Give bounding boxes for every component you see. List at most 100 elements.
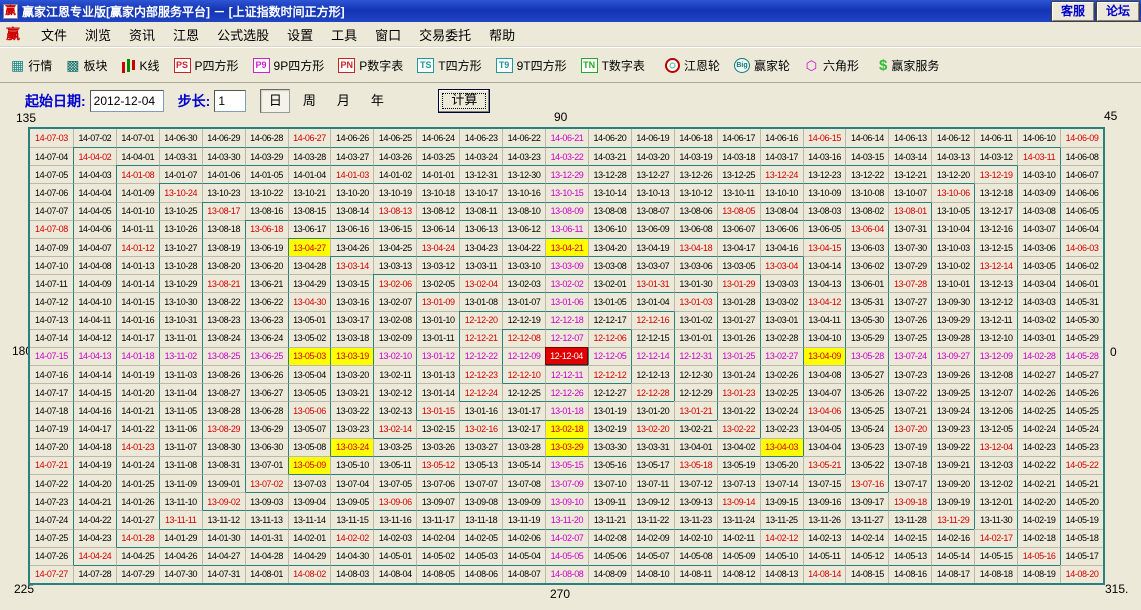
unit-year-button[interactable]: 年 (362, 89, 392, 113)
date-cell: 13-09-09 (502, 492, 545, 510)
date-cell: 14-08-12 (717, 565, 760, 583)
toolbar-winner-wheel-button[interactable]: Big 赢家轮 (727, 55, 797, 76)
date-cell: 13-10-14 (588, 183, 631, 201)
date-cell: 13-01-13 (416, 365, 459, 383)
window-title: 赢家江恩专业版[赢家内部服务平台] － [上证指数时间正方形] (22, 3, 345, 20)
toolbar-winner-service-button[interactable]: $ 赢家服务 (872, 55, 946, 76)
date-cell: 14-07-16 (30, 365, 73, 383)
date-cell: 14-07-10 (30, 256, 73, 274)
menu-item-file[interactable]: 文件 (32, 23, 76, 46)
date-cell: 14-01-02 (373, 165, 416, 183)
toolbar-sectors-button[interactable]: ▩ 板块 (59, 55, 114, 76)
date-cell: 14-07-17 (30, 383, 73, 401)
date-cell: 13-03-27 (459, 438, 502, 456)
toolbar-9t-square-button[interactable]: T9 9T四方形 (489, 55, 574, 76)
date-cell: 13-01-12 (416, 347, 459, 365)
unit-day-button[interactable]: 日 (260, 89, 290, 113)
date-cell: 13-07-28 (888, 274, 931, 292)
menu-item-tools[interactable]: 工具 (322, 23, 366, 46)
date-cell: 14-08-07 (502, 565, 545, 583)
t-square-icon: TS (417, 58, 434, 73)
toolbar-t-number-table-button[interactable]: TN T数字表 (574, 55, 652, 76)
date-cell: 14-01-25 (116, 474, 159, 492)
toolbar-9p-square-button[interactable]: P9 9P四方形 (246, 55, 332, 76)
date-cell: 13-07-29 (888, 256, 931, 274)
date-cell: 14-06-30 (159, 129, 202, 147)
customer-service-button[interactable]: 客服 (1052, 2, 1094, 21)
date-cell: 14-04-08 (73, 256, 116, 274)
step-input[interactable] (214, 90, 246, 112)
toolbar-p-square-button[interactable]: PS P四方形 (167, 55, 246, 76)
date-cell: 13-04-12 (803, 292, 846, 310)
date-cell: 13-12-24 (760, 165, 803, 183)
date-cell: 13-05-07 (288, 420, 331, 438)
date-cell: 13-09-06 (373, 492, 416, 510)
date-cell: 13-10-25 (159, 202, 202, 220)
p-number-table-icon: PN (338, 58, 355, 73)
date-cell: 13-09-04 (288, 492, 331, 510)
unit-month-button[interactable]: 月 (328, 89, 358, 113)
toolbar-p-number-table-button[interactable]: PN P数字表 (331, 55, 410, 76)
date-cell: 14-03-08 (1017, 202, 1060, 220)
date-cell: 13-08-29 (202, 420, 245, 438)
start-date-input[interactable] (90, 90, 164, 112)
toolbar-quotes-button[interactable]: ▦ 行情 (4, 55, 59, 76)
date-cell: 14-05-02 (416, 547, 459, 565)
date-cell: 13-11-14 (288, 510, 331, 528)
date-cell: 12-12-06 (588, 329, 631, 347)
date-cell: 14-05-16 (1017, 547, 1060, 565)
menu-item-formula-stockpick[interactable]: 公式选股 (208, 23, 278, 46)
date-cell: 13-05-01 (288, 311, 331, 329)
date-cell: 13-10-03 (931, 238, 974, 256)
angle-label-270: 270 (550, 587, 570, 601)
date-cell: 13-12-17 (974, 202, 1017, 220)
toolbar-hexagon-button[interactable]: ⬡ 六角形 (797, 55, 866, 76)
menu-item-settings[interactable]: 设置 (278, 23, 322, 46)
menu-item-news[interactable]: 资讯 (120, 23, 164, 46)
date-cell: 14-07-01 (116, 129, 159, 147)
date-cell: 14-07-20 (30, 438, 73, 456)
date-cell: 14-01-08 (116, 165, 159, 183)
date-cell: 14-03-21 (588, 147, 631, 165)
menu-item-gann[interactable]: 江恩 (164, 23, 208, 46)
date-cell: 14-04-21 (73, 492, 116, 510)
date-cell: 14-04-05 (73, 202, 116, 220)
date-cell: 13-05-04 (288, 365, 331, 383)
toolbar-kline-button[interactable]: K线 (115, 55, 167, 76)
date-cell: 13-04-13 (803, 274, 846, 292)
date-cell: 14-02-13 (803, 529, 846, 547)
date-cell: 13-09-30 (931, 292, 974, 310)
date-cell: 13-10-10 (760, 183, 803, 201)
calculate-button[interactable]: 计算 (438, 89, 490, 113)
date-cell: 14-06-01 (1060, 274, 1103, 292)
date-cell: 13-08-31 (202, 456, 245, 474)
toolbar-gann-wheel-button[interactable]: 江恩轮 (658, 55, 727, 76)
date-cell: 13-01-22 (717, 401, 760, 419)
date-cell: 13-02-17 (502, 420, 545, 438)
date-cell: 14-02-09 (631, 529, 674, 547)
date-cell: 13-11-05 (159, 401, 202, 419)
forum-button[interactable]: 论坛 (1097, 2, 1139, 21)
menu-item-browse[interactable]: 浏览 (76, 23, 120, 46)
9p-square-icon: P9 (253, 58, 270, 73)
toolbar-t-square-button[interactable]: TS T四方形 (410, 55, 488, 76)
date-cell: 13-10-02 (931, 256, 974, 274)
date-cell: 13-12-25 (717, 165, 760, 183)
date-cell: 13-07-24 (888, 347, 931, 365)
date-cell: 14-04-30 (330, 547, 373, 565)
menu-item-help[interactable]: 帮助 (480, 23, 524, 46)
date-cell: 14-07-27 (30, 565, 73, 583)
date-cell: 13-08-18 (202, 220, 245, 238)
date-cell: 14-03-12 (974, 147, 1017, 165)
date-cell: 14-04-20 (73, 474, 116, 492)
date-cell: 14-05-21 (1060, 474, 1103, 492)
menu-item-window[interactable]: 窗口 (366, 23, 410, 46)
date-cell: 13-12-15 (974, 238, 1017, 256)
date-cell: 14-05-17 (1060, 547, 1103, 565)
unit-week-button[interactable]: 周 (294, 89, 324, 113)
menu-item-trade[interactable]: 交易委托 (410, 23, 480, 46)
date-cell: 14-01-06 (202, 165, 245, 183)
date-cell: 13-03-16 (330, 292, 373, 310)
date-cell: 13-11-04 (159, 383, 202, 401)
date-cell: 13-11-29 (931, 510, 974, 528)
